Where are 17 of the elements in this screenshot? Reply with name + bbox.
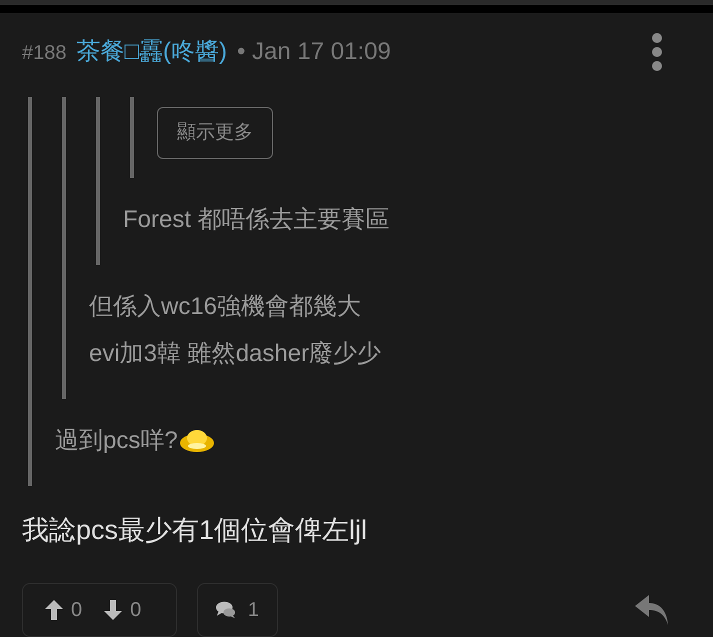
replies-button[interactable]: 1 xyxy=(197,582,278,637)
reply-icon[interactable] xyxy=(635,594,669,625)
upvote-count: 0 xyxy=(71,598,82,623)
quote-text: Forest 都唔係去主要賽區 xyxy=(123,204,390,235)
quote-text: 過到pcs咩? xyxy=(55,426,178,456)
downvote-count: 0 xyxy=(130,598,142,623)
upvote-icon[interactable] xyxy=(45,600,63,620)
downvote-icon[interactable] xyxy=(104,600,122,620)
post-text: 我諗pcs最少有1個位會俾左ljl xyxy=(22,515,368,546)
speech-bubbles-icon xyxy=(216,598,236,621)
post-number: #188 xyxy=(22,41,66,66)
quote-text: 但係入wc16強機會都幾大 xyxy=(89,292,362,322)
author-name[interactable]: 茶餐□靐(咚醬) xyxy=(76,34,227,70)
quote-text: evi加3韓 雖然dasher廢少少 xyxy=(89,338,382,369)
post-time: • Jan 17 01:09 xyxy=(236,37,391,68)
show-more-button[interactable]: 顯示更多 xyxy=(157,107,273,160)
more-options-icon[interactable] xyxy=(651,32,663,72)
